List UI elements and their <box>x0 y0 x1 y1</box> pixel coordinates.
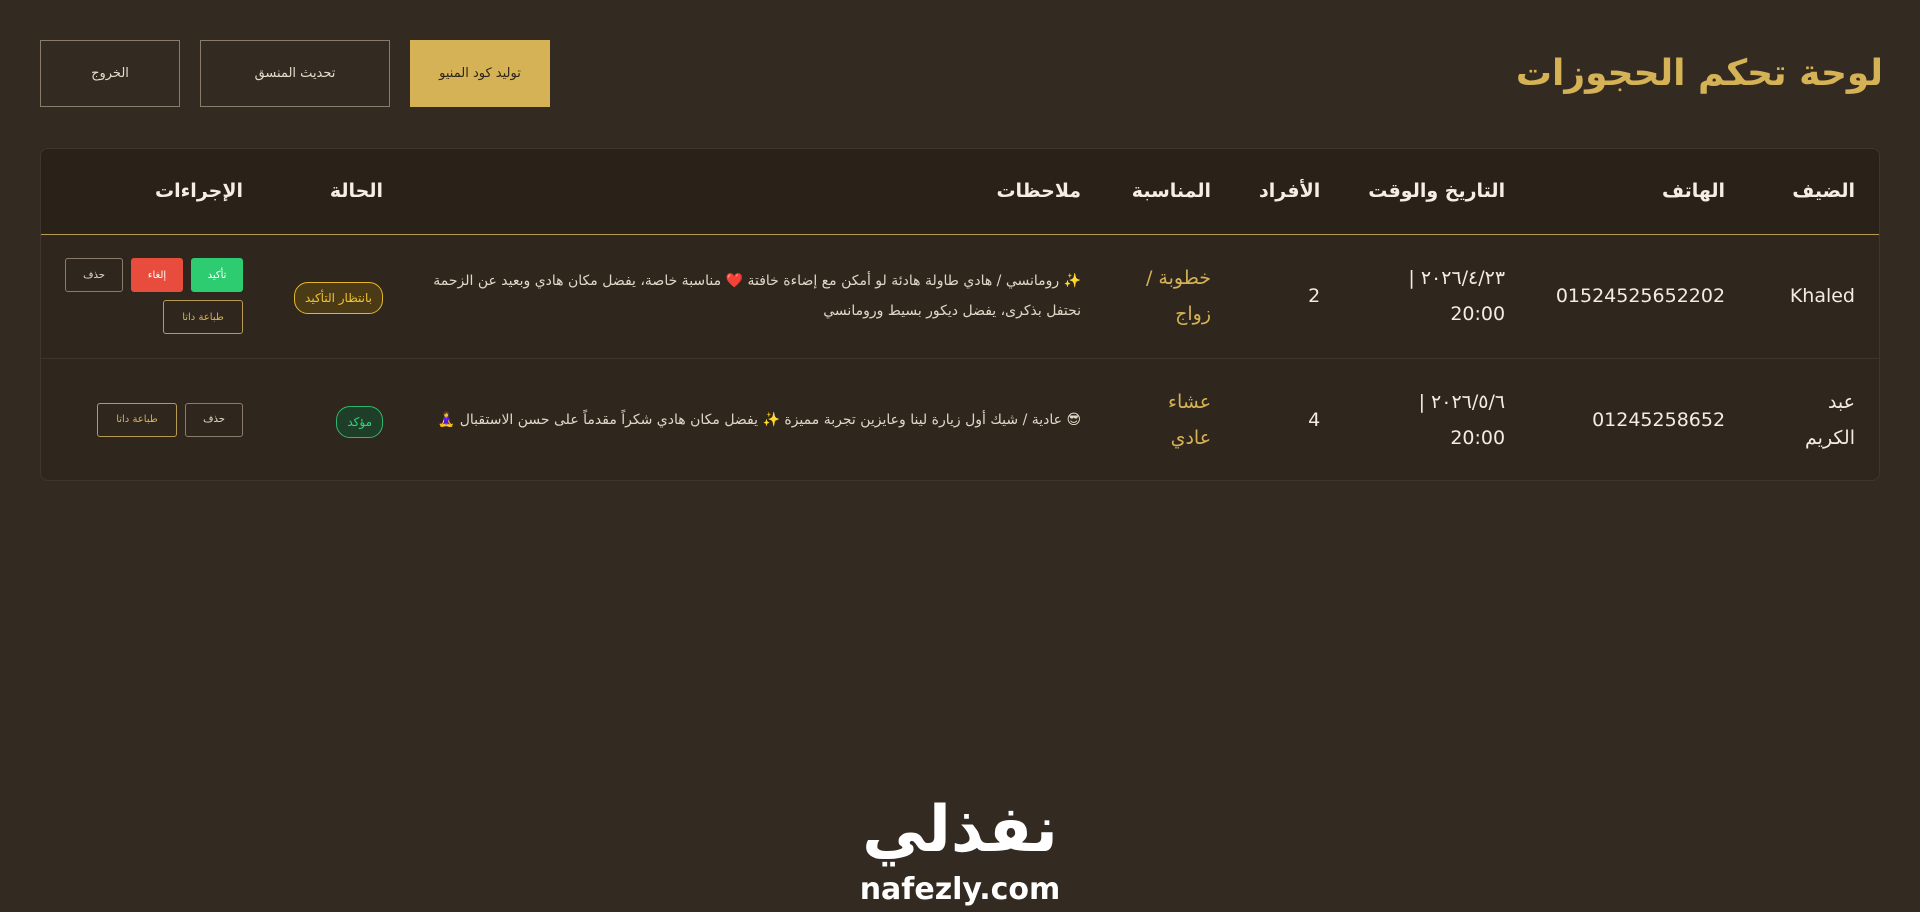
cell-guest: Khaled <box>1789 285 1855 307</box>
column-header-actions: الإجراءات <box>154 180 243 203</box>
cell-notes: ✨ رومانسي / هادي طاولة هادئة لو أمكن مع … <box>433 273 1082 319</box>
column-header-guest: الضيف <box>1792 180 1855 203</box>
cell-phone: 01245258652 <box>1592 408 1726 431</box>
row-actions: حذف طباعة داتا <box>65 402 243 437</box>
cell-datetime: ٢٠٢٦/٤/٢٣ | 20:00 <box>1408 267 1506 325</box>
table-body: Khaled 01524525652202 ٢٠٢٦/٤/٢٣ | 20:00 … <box>41 234 1879 480</box>
column-header-phone: الهاتف <box>1661 180 1726 203</box>
table-header: الضيف الهاتف التاريخ والوقت الأفراد المن… <box>41 149 1879 234</box>
row-actions: تأكيد إلغاء حذف طباعة داتا <box>65 258 243 334</box>
table-row: عبد الكريم 01245258652 ٢٠٢٦/٥/٦ | 20:00 … <box>41 358 1879 480</box>
update-coordinator-button[interactable]: تحديث المنسق <box>200 40 390 107</box>
print-data-button[interactable]: طباعة داتا <box>163 300 243 334</box>
table-row: Khaled 01524525652202 ٢٠٢٦/٤/٢٣ | 20:00 … <box>41 234 1879 358</box>
cell-datetime: ٢٠٢٦/٥/٦ | 20:00 <box>1418 390 1506 449</box>
reservations-dashboard: لوحة تحكم الحجوزات توليد كود المنيو تحدي… <box>0 0 1920 912</box>
nafezly-watermark: نفذلي nafezly.com <box>820 790 1100 910</box>
cell-notes: 😎 عادية / شيك أول زيارة لينا وعايزين تجر… <box>437 411 1082 428</box>
cell-status: مؤكد <box>267 358 407 480</box>
cell-actions: حذف طباعة داتا <box>41 358 267 480</box>
delete-button[interactable]: حذف <box>65 258 123 292</box>
status-badge-pending: بانتظار التأكيد <box>294 282 384 314</box>
cell-occasion: عشاء عادي <box>1168 390 1212 449</box>
header: لوحة تحكم الحجوزات توليد كود المنيو تحدي… <box>40 40 1883 107</box>
reservations-table: الضيف الهاتف التاريخ والوقت الأفراد المن… <box>41 149 1879 480</box>
column-header-occasion: المناسبة <box>1131 180 1212 203</box>
column-header-datetime: التاريخ والوقت <box>1368 180 1506 203</box>
cancel-button[interactable]: إلغاء <box>131 258 183 292</box>
column-header-notes: ملاحظات <box>996 180 1082 203</box>
cell-phone: 01524525652202 <box>1555 285 1726 307</box>
cell-count: 2 <box>1308 285 1321 307</box>
confirm-button[interactable]: تأكيد <box>191 258 243 292</box>
delete-button[interactable]: حذف <box>185 402 243 437</box>
watermark-logo: نفذلي <box>862 793 1058 867</box>
logout-button[interactable]: الخروج <box>40 40 180 107</box>
table-header-row: الضيف الهاتف التاريخ والوقت الأفراد المن… <box>41 149 1879 234</box>
cell-occasion: خطوبة / زواج <box>1145 267 1212 325</box>
print-data-button[interactable]: طباعة داتا <box>97 402 177 437</box>
generate-menu-code-button[interactable]: توليد كود المنيو <box>410 40 550 107</box>
cell-count: 4 <box>1308 408 1321 431</box>
reservations-table-card: الضيف الهاتف التاريخ والوقت الأفراد المن… <box>40 148 1880 481</box>
cell-guest: عبد الكريم <box>1805 390 1855 449</box>
page-title: لوحة تحكم الحجوزات <box>1515 53 1883 94</box>
status-badge-confirmed: مؤكد <box>336 405 384 438</box>
cell-status: بانتظار التأكيد <box>267 234 407 358</box>
column-header-count: الأفراد <box>1259 180 1321 203</box>
header-actions: توليد كود المنيو تحديث المنسق الخروج <box>40 40 550 107</box>
watermark-url: nafezly.com <box>859 872 1061 907</box>
cell-actions: تأكيد إلغاء حذف طباعة داتا <box>41 234 267 358</box>
column-header-status: الحالة <box>329 180 384 203</box>
